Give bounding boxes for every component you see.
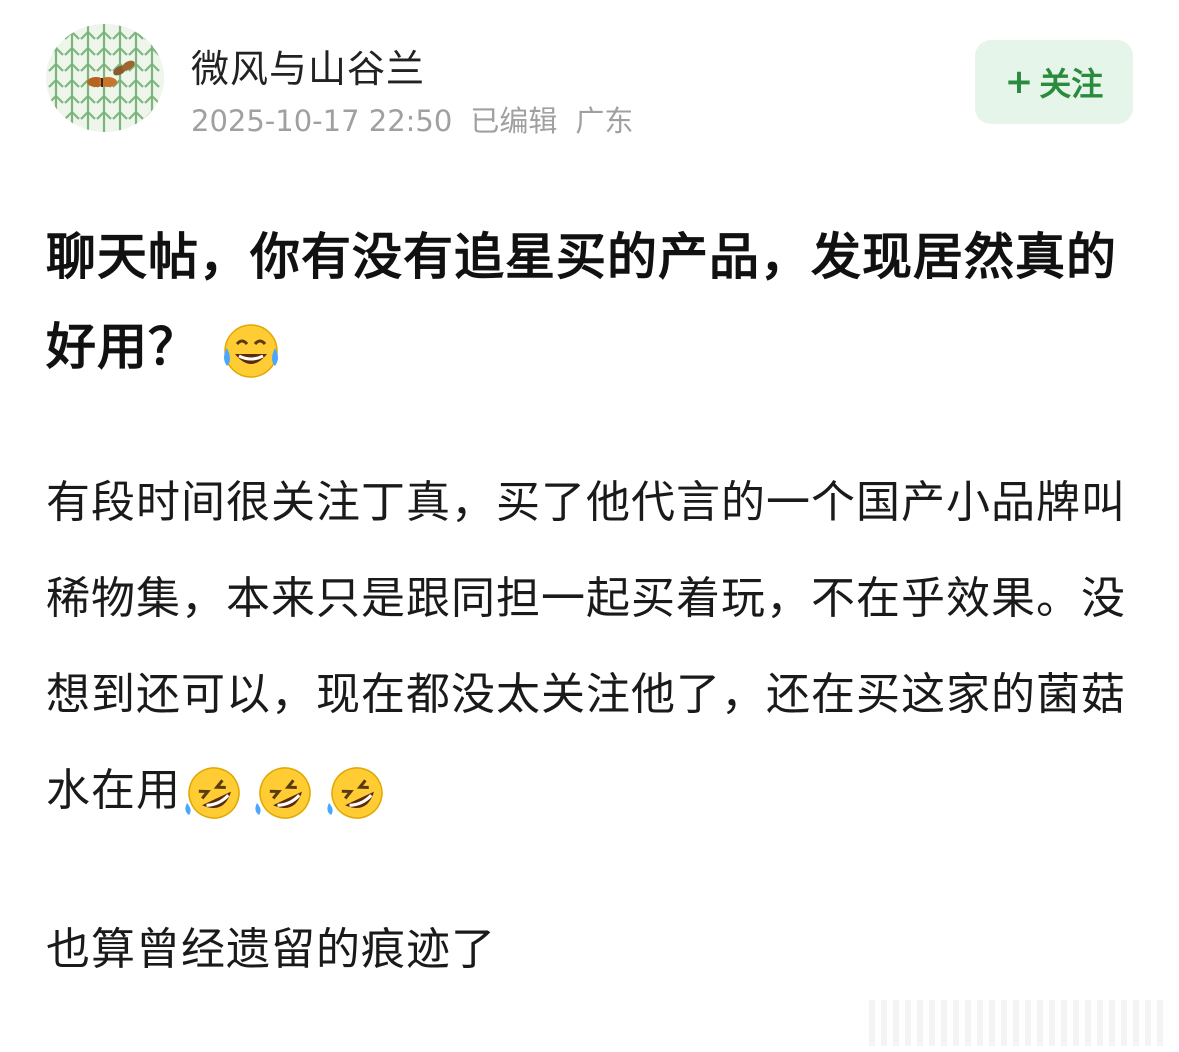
avatar[interactable] bbox=[46, 24, 164, 132]
post-closing: 也算曾经遗留的痕迹了 bbox=[46, 924, 496, 975]
watermark bbox=[869, 1000, 1169, 1046]
author-name[interactable]: 微风与山谷兰 bbox=[191, 38, 425, 93]
post-meta: 2025-10-17 22:50 已编辑 广东 bbox=[191, 98, 651, 140]
leaf-pattern-avatar-icon bbox=[46, 24, 164, 132]
plus-icon: + bbox=[1004, 62, 1034, 102]
rofl-emoji-icon bbox=[247, 763, 319, 823]
post-title-text: 聊天帖，你有没有追星买的产品，发现居然真的好用？ bbox=[46, 228, 1117, 376]
rofl-emoji-icon bbox=[181, 763, 247, 823]
post-timestamp: 2025-10-17 22:50 bbox=[191, 104, 453, 138]
post-title: 聊天帖，你有没有追星买的产品，发现居然真的好用？ bbox=[46, 212, 1136, 392]
location-label: 广东 bbox=[575, 104, 634, 138]
tears-of-joy-emoji-icon bbox=[217, 320, 285, 382]
follow-button-label: 关注 bbox=[1039, 65, 1104, 103]
post-body: 有段时间很关注丁真，买了他代言的一个国产小品牌叫稀物集，本来只是跟同担一起买着玩… bbox=[46, 455, 1141, 839]
rofl-emoji-icon bbox=[319, 763, 391, 823]
edited-label: 已编辑 bbox=[470, 104, 558, 138]
post-header: 微风与山谷兰 2025-10-17 22:50 已编辑 广东 + 关注 bbox=[46, 24, 1133, 138]
follow-button[interactable]: + 关注 bbox=[975, 40, 1133, 124]
